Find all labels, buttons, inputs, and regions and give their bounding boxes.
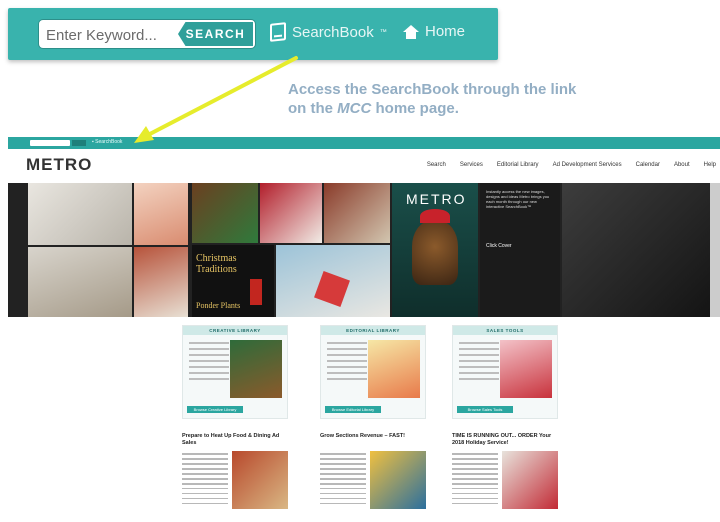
site-top-bar: ▪ SearchBook: [8, 137, 720, 149]
browse-editorial-button[interactable]: Browse Editorial Library: [325, 406, 381, 413]
nav-calendar[interactable]: Calendar: [636, 162, 660, 168]
candle-shape: [250, 279, 262, 305]
cover-description-text: Instantly access the new images, designs…: [486, 189, 550, 209]
mini-searchbook-link[interactable]: ▪ SearchBook: [92, 139, 122, 145]
article-text-lines: [182, 453, 228, 508]
nav-ad-development[interactable]: Ad Development Services: [553, 162, 622, 168]
metro-logo[interactable]: METRO: [26, 155, 92, 175]
callout-line-1: Access the SearchBook through the link: [288, 81, 577, 98]
card-bullets: [459, 342, 499, 384]
dog-shape: [412, 221, 458, 285]
nav-services[interactable]: Services: [460, 162, 483, 168]
article-title[interactable]: Prepare to Heat Up Food & Dining Ad Sale…: [182, 433, 286, 447]
arrow-shaft: [144, 56, 298, 138]
zoomed-header-bar: SEARCH SearchBook ™ Home: [8, 8, 498, 60]
editorial-library-card: EDITORIAL LIBRARY Browse Editorial Libra…: [320, 325, 426, 419]
site-nav-bar: METRO Search Services Editorial Library …: [8, 149, 720, 183]
searchbook-link[interactable]: SearchBook ™: [270, 22, 387, 42]
ornament-image: [28, 183, 132, 245]
callout-post: home page.: [371, 100, 459, 117]
nav-search[interactable]: Search: [427, 162, 446, 168]
card-title: SALES TOOLS: [453, 326, 557, 335]
mini-search-button[interactable]: [72, 140, 86, 146]
searchbook-label: SearchBook: [292, 23, 374, 41]
browse-sales-button[interactable]: Browse Sales Tools: [457, 406, 513, 413]
article-image: [370, 451, 426, 509]
couple-image: [276, 245, 390, 317]
article-grow-sections[interactable]: Grow Sections Revenue – FAST!: [320, 433, 428, 509]
cinnamon-image: [134, 247, 188, 317]
winter-snack-image: [28, 247, 132, 317]
santa-hat-shape: [420, 209, 450, 223]
nav-editorial-library[interactable]: Editorial Library: [497, 162, 539, 168]
book-icon: [270, 22, 286, 42]
santa-image: [260, 183, 322, 243]
website-screenshot: ▪ SearchBook METRO Search Services Edito…: [8, 137, 720, 522]
clothing-image: [324, 183, 390, 243]
home-link[interactable]: Home: [403, 23, 465, 40]
mini-keyword-input[interactable]: [30, 140, 70, 146]
card-bullets: [189, 342, 229, 384]
creative-library-card: CREATIVE LIBRARY Browse Creative Library: [182, 325, 288, 419]
click-cover-label[interactable]: Click Cover: [486, 243, 512, 249]
article-holiday-service[interactable]: TIME IS RUNNING OUT... ORDER Your 2018 H…: [452, 433, 560, 509]
image-mosaic: Christmas Traditions Ponder Plants METRO…: [8, 183, 720, 317]
callout-mcc: MCC: [337, 100, 372, 117]
article-title[interactable]: Grow Sections Revenue – FAST!: [320, 433, 424, 440]
search-button[interactable]: SEARCH: [178, 22, 253, 46]
nav-about[interactable]: About: [674, 162, 690, 168]
callout-line-2: on the MCC home page.: [288, 99, 618, 118]
home-icon: [403, 24, 419, 39]
article-title[interactable]: TIME IS RUNNING OUT... ORDER Your 2018 H…: [452, 433, 556, 447]
card-title: EDITORIAL LIBRARY: [321, 326, 425, 335]
browse-creative-button[interactable]: Browse Creative Library: [187, 406, 243, 413]
keyword-input[interactable]: [46, 25, 182, 45]
beach-image: [134, 183, 188, 245]
article-text-lines: [320, 453, 366, 508]
sales-tools-card: SALES TOOLS Browse Sales Tools: [452, 325, 558, 419]
site-nav-items: Search Services Editorial Library Ad Dev…: [427, 162, 716, 168]
ponder-text: Ponder Plants: [196, 301, 241, 310]
article-image: [232, 451, 288, 509]
callout-pre: on the: [288, 100, 338, 117]
cover-description-panel: Instantly access the new images, designs…: [480, 183, 560, 317]
red-gift-shape: [314, 271, 350, 307]
card-image: [368, 340, 420, 398]
article-text-lines: [452, 453, 498, 508]
christmas-traditions-tile: Christmas Traditions Ponder Plants: [192, 245, 274, 317]
christmas-traditions-text: Christmas Traditions: [196, 253, 237, 275]
trademark-mark: ™: [379, 28, 387, 36]
card-title: CREATIVE LIBRARY: [183, 326, 287, 335]
mosaic-edge: [710, 183, 720, 317]
card-image: [500, 340, 552, 398]
home-label: Home: [425, 23, 466, 40]
searchbook-cover[interactable]: METRO: [392, 183, 478, 317]
keyword-search-box: SEARCH: [39, 20, 255, 48]
article-image: [502, 451, 558, 509]
nav-help[interactable]: Help: [704, 162, 716, 168]
cover-metro-text: METRO: [406, 191, 467, 207]
dark-photo-grid: [562, 183, 710, 317]
article-food-dining[interactable]: Prepare to Heat Up Food & Dining Ad Sale…: [182, 433, 290, 509]
card-bullets: [327, 342, 367, 384]
card-image: [230, 340, 282, 398]
callout-text: Access the SearchBook through the link o…: [288, 80, 618, 118]
gift-image: [192, 183, 258, 243]
